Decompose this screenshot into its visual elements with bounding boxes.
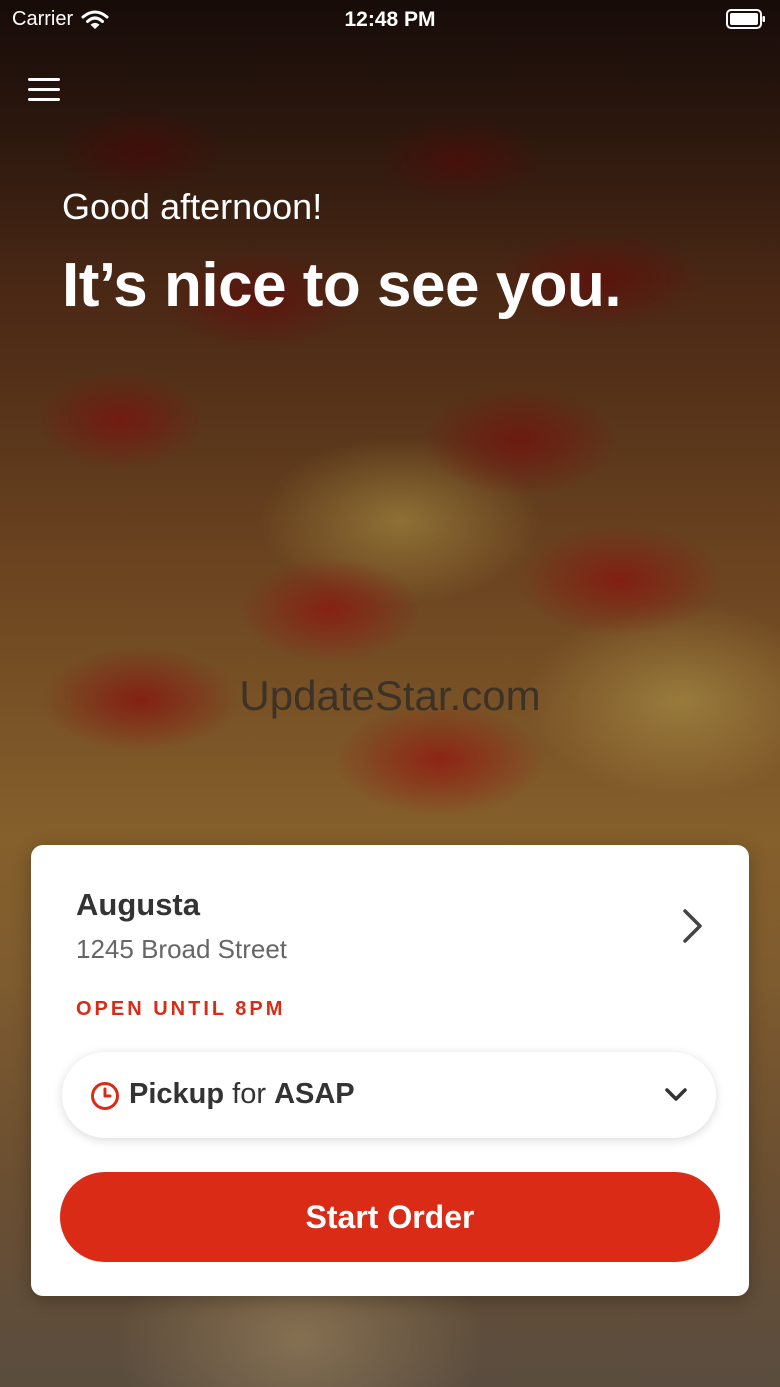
order-type-dropdown[interactable]: Pickup for ASAP — [62, 1052, 716, 1138]
start-order-button[interactable]: Start Order — [60, 1172, 720, 1262]
app-screen: Carrier 12:48 PM Good afternoon! It’s ni… — [0, 0, 780, 1387]
location-address: 1245 Broad Street — [76, 934, 288, 964]
order-type-label: Pickup for ASAP — [129, 1078, 355, 1111]
store-hours-status: OPEN UNTIL 8PM — [76, 998, 286, 1020]
status-bar: Carrier 12:48 PM — [0, 0, 780, 40]
order-time: ASAP — [274, 1078, 355, 1110]
order-mode: Pickup — [129, 1078, 225, 1110]
location-name: Augusta — [76, 887, 200, 922]
chevron-right-icon — [683, 909, 702, 943]
watermark: UpdateStar.com — [239, 672, 541, 719]
menu-icon[interactable] — [28, 72, 64, 106]
status-time: 12:48 PM — [344, 8, 436, 31]
location-card: Augusta 1245 Broad Street OPEN UNTIL 8PM… — [31, 845, 749, 1296]
battery-icon — [726, 9, 765, 29]
location-selector[interactable]: Augusta 1245 Broad Street — [31, 845, 749, 985]
order-connector: for — [232, 1078, 266, 1110]
chevron-down-icon — [665, 1088, 687, 1101]
headline-text: It’s nice to see you. — [62, 251, 622, 320]
clock-icon — [91, 1082, 119, 1110]
greeting-text: Good afternoon! — [62, 186, 323, 227]
